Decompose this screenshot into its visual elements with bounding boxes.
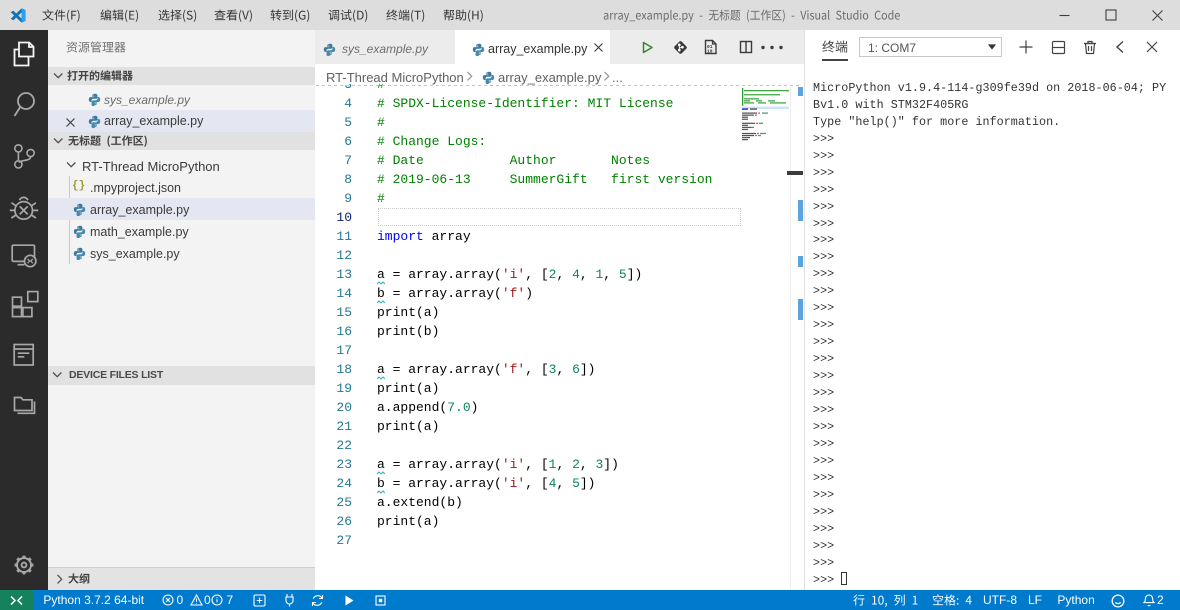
svg-text:10: 10 bbox=[707, 49, 713, 55]
